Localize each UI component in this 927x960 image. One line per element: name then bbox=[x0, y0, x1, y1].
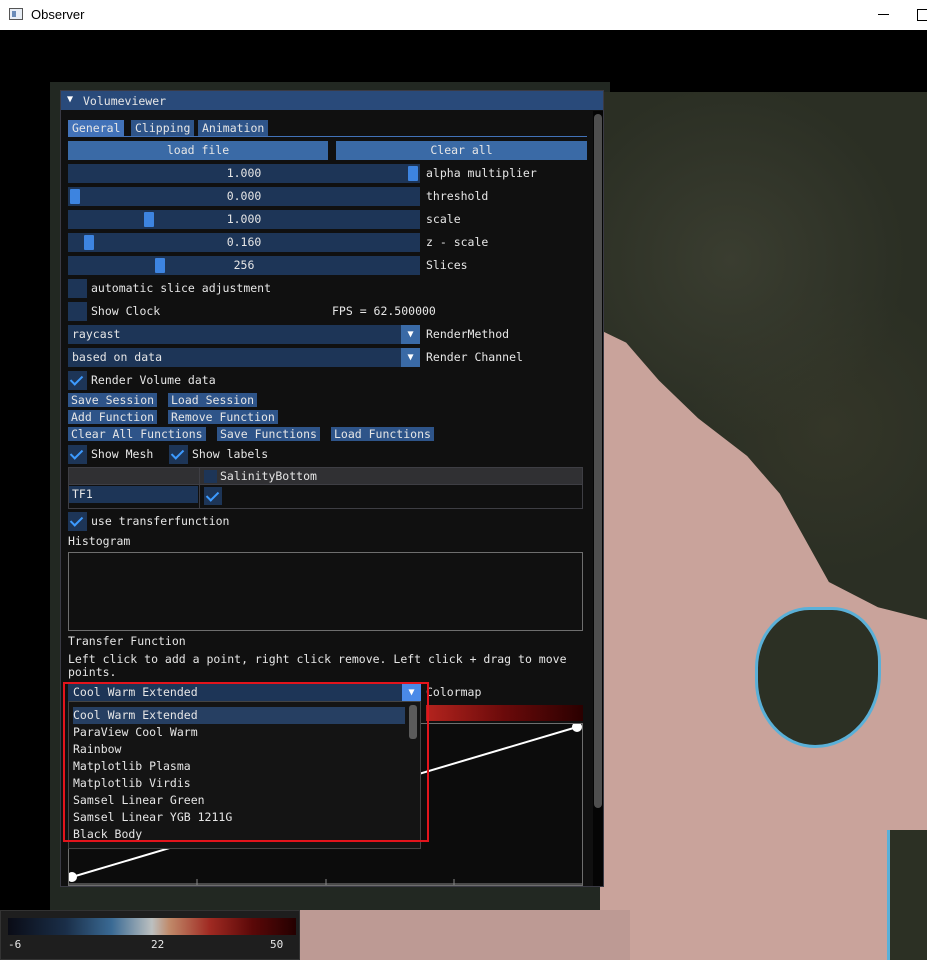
slider-value: 1.000 bbox=[226, 212, 262, 226]
panel-header[interactable]: ▼ Volumeviewer bbox=[61, 91, 603, 110]
show-clock-label: Show Clock bbox=[91, 304, 161, 318]
legend-color-bar bbox=[8, 918, 296, 935]
panel-title: Volumeviewer bbox=[83, 94, 167, 108]
function-table[interactable]: SalinityBottom TF1 bbox=[68, 467, 583, 509]
use-transferfunction-label: use transferfunction bbox=[91, 514, 230, 528]
app-icon bbox=[9, 8, 23, 20]
render-volume-checkbox[interactable] bbox=[68, 371, 87, 390]
save-session-button[interactable]: Save Session bbox=[68, 393, 158, 407]
clear-all-button[interactable]: Clear all bbox=[336, 141, 587, 160]
show-labels-checkbox[interactable] bbox=[169, 445, 188, 464]
use-transferfunction-checkbox[interactable] bbox=[68, 512, 87, 531]
table-header: SalinityBottom bbox=[69, 468, 582, 485]
histogram-label: Histogram bbox=[68, 534, 131, 548]
slider-grab[interactable] bbox=[154, 258, 165, 273]
slices-slider[interactable]: 256 bbox=[68, 256, 420, 275]
window-title: Observer bbox=[31, 7, 85, 22]
load-functions-button[interactable]: Load Functions bbox=[331, 427, 434, 441]
control-point bbox=[69, 872, 77, 882]
auto-slice-label: automatic slice adjustment bbox=[91, 281, 272, 295]
colormap-preview-bar bbox=[426, 705, 583, 721]
clear-all-functions-button[interactable]: Clear All Functions bbox=[68, 427, 206, 441]
transfer-function-help: Left click to add a point, right click r… bbox=[68, 652, 567, 679]
show-labels-label: Show labels bbox=[192, 447, 269, 461]
render-volume-label: Render Volume data bbox=[91, 373, 216, 387]
table-row-checkbox[interactable] bbox=[204, 487, 222, 505]
tab-clipping[interactable]: Clipping bbox=[131, 120, 195, 136]
render-method-select[interactable]: raycast ▼ bbox=[68, 325, 420, 344]
render-channel-value: based on data bbox=[72, 350, 163, 364]
show-mesh-checkbox[interactable] bbox=[68, 445, 87, 464]
show-clock-checkbox[interactable] bbox=[68, 302, 87, 321]
control-point bbox=[572, 724, 582, 732]
tab-underline bbox=[68, 136, 587, 137]
scale-label: scale bbox=[426, 212, 461, 226]
column-header-salinity: SalinityBottom bbox=[220, 469, 317, 483]
render-channel-label: Render Channel bbox=[426, 350, 523, 364]
slider-grab[interactable] bbox=[408, 166, 418, 181]
fps-readout: FPS = 62.500000 bbox=[332, 304, 436, 318]
slider-value: 256 bbox=[233, 258, 255, 272]
column-header-checkbox[interactable] bbox=[204, 470, 217, 483]
slider-grab[interactable] bbox=[144, 212, 155, 227]
window-titlebar: Observer bbox=[0, 0, 927, 30]
maximize-button[interactable] bbox=[917, 9, 927, 21]
transfer-function-label: Transfer Function bbox=[68, 634, 186, 648]
load-file-button[interactable]: load file bbox=[68, 141, 328, 160]
legend-max: 50 bbox=[270, 938, 284, 951]
panel-scrollbar[interactable] bbox=[593, 111, 603, 886]
minimize-button[interactable] bbox=[878, 14, 889, 15]
threshold-slider[interactable]: 0.000 bbox=[68, 187, 420, 206]
chevron-down-icon[interactable]: ▼ bbox=[401, 325, 420, 344]
collapse-arrow-icon[interactable]: ▼ bbox=[67, 94, 73, 105]
color-legend: -6 22 50 bbox=[0, 910, 300, 960]
slider-value: 0.160 bbox=[226, 235, 262, 249]
load-session-button[interactable]: Load Session bbox=[168, 393, 258, 407]
legend-mid: 22 bbox=[151, 938, 165, 951]
slider-value: 1.000 bbox=[226, 166, 262, 180]
render-method-label: RenderMethod bbox=[426, 327, 510, 341]
add-function-button[interactable]: Add Function bbox=[68, 410, 158, 424]
slider-grab[interactable] bbox=[70, 189, 80, 204]
histogram-area bbox=[68, 552, 583, 631]
highlight-box bbox=[63, 682, 429, 842]
save-functions-button[interactable]: Save Functions bbox=[217, 427, 320, 441]
table-row-label[interactable]: TF1 bbox=[69, 486, 198, 503]
chevron-down-icon[interactable]: ▼ bbox=[401, 348, 420, 367]
alpha-multiplier-slider[interactable]: 1.000 bbox=[68, 164, 420, 183]
alpha-multiplier-label: alpha multiplier bbox=[426, 166, 537, 180]
tab-animation[interactable]: Animation bbox=[198, 120, 269, 136]
render-channel-select[interactable]: based on data ▼ bbox=[68, 348, 420, 367]
slices-label: Slices bbox=[426, 258, 468, 272]
slider-grab[interactable] bbox=[83, 235, 94, 250]
show-mesh-label: Show Mesh bbox=[91, 447, 154, 461]
legend-min: -6 bbox=[8, 938, 22, 951]
scrollbar-grab[interactable] bbox=[594, 114, 602, 808]
remove-function-button[interactable]: Remove Function bbox=[168, 410, 278, 424]
z-scale-label: z - scale bbox=[426, 235, 489, 249]
scale-slider[interactable]: 1.000 bbox=[68, 210, 420, 229]
slider-value: 0.000 bbox=[226, 189, 262, 203]
render-method-value: raycast bbox=[72, 327, 121, 341]
threshold-label: threshold bbox=[426, 189, 489, 203]
tab-general[interactable]: General bbox=[68, 120, 125, 136]
map-shore bbox=[890, 830, 927, 960]
colormap-label: Colormap bbox=[426, 685, 482, 699]
table-divider bbox=[199, 468, 200, 508]
z-scale-slider[interactable]: 0.160 bbox=[68, 233, 420, 252]
auto-slice-checkbox[interactable] bbox=[68, 279, 87, 298]
